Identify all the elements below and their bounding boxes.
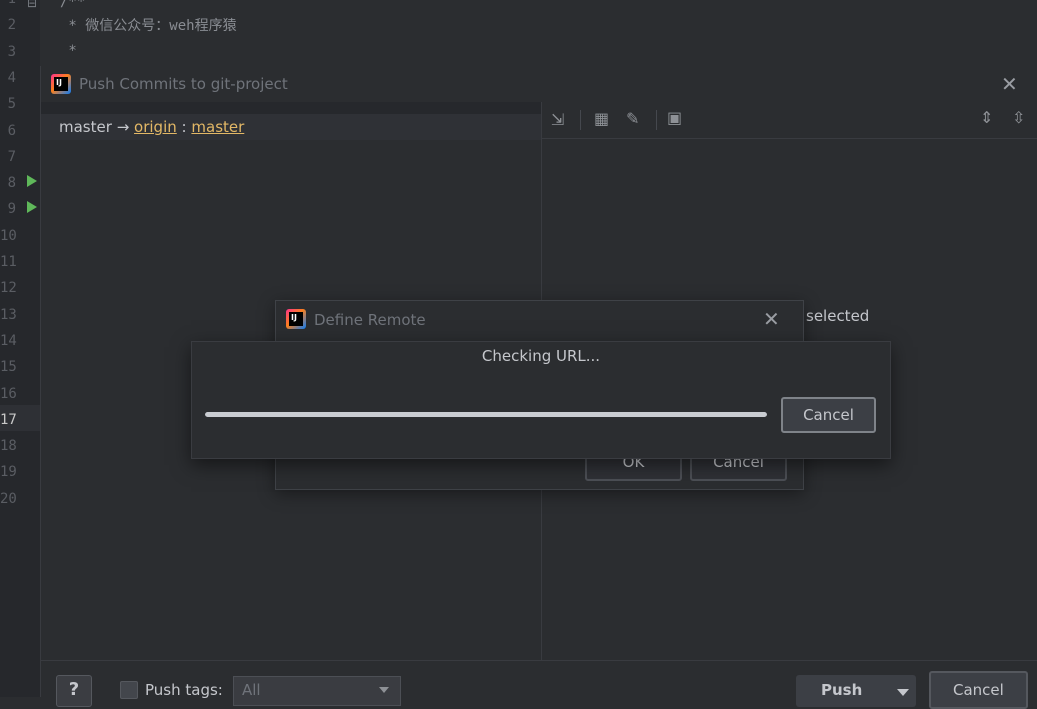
arrow-icon: →: [116, 118, 130, 136]
dialog-title: Define Remote: [314, 311, 426, 329]
dropdown-arrow-icon: [379, 687, 389, 693]
fold-icon[interactable]: ⊟: [27, 0, 37, 10]
run-icon[interactable]: [27, 175, 37, 187]
line-number: 20: [0, 490, 17, 507]
line-number: 13: [0, 306, 17, 323]
branch-row[interactable]: master → origin : master: [41, 114, 541, 140]
line-number: 3: [7, 43, 16, 60]
push-button-label: Push: [821, 681, 863, 699]
line-number: 5: [7, 96, 16, 113]
dialog-bottom-bar: ? Push tags: All Push Cancel: [41, 660, 1037, 709]
details-toolbar: ⇲ ▦ ✎ ▣ ⇕ ⇳: [542, 102, 1037, 139]
local-branch: master: [59, 118, 112, 136]
line-number: 18: [0, 438, 17, 455]
cancel-button-label: Cancel: [953, 681, 1004, 699]
collapse-all-icon[interactable]: ⇲: [551, 110, 564, 129]
line-number: 1: [0, 0, 16, 7]
selection-status: selected: [806, 307, 870, 325]
close-icon[interactable]: ✕: [1001, 74, 1018, 94]
expand-icon[interactable]: ⇕: [980, 108, 993, 127]
push-tags-value: All: [242, 681, 261, 699]
line-number: 10: [0, 227, 17, 244]
cancel-button[interactable]: Cancel: [929, 671, 1028, 709]
line-number: 14: [0, 332, 17, 349]
line-number: 12: [0, 280, 17, 297]
push-tags-select[interactable]: All: [233, 676, 401, 706]
progress-title: Checking URL...: [481, 347, 601, 365]
line-number: 8: [7, 175, 16, 192]
push-button[interactable]: Push: [796, 675, 916, 707]
branch-separator: :: [181, 118, 187, 136]
collapse-icon[interactable]: ⇳: [1012, 108, 1025, 127]
code-line: * 微信公众号：weh程序猿: [60, 18, 237, 34]
line-number: 16: [0, 385, 17, 402]
line-number: 17: [0, 411, 17, 428]
code-line: /**: [60, 0, 86, 10]
help-button[interactable]: ?: [56, 675, 92, 707]
run-icon[interactable]: [27, 201, 37, 213]
code-line: *: [60, 43, 77, 59]
group-by-icon[interactable]: ▦: [594, 109, 609, 128]
push-tags-checkbox[interactable]: [120, 681, 138, 699]
close-icon[interactable]: ✕: [763, 309, 780, 329]
diff-panel-icon[interactable]: ▣: [667, 108, 682, 127]
line-number: 11: [0, 254, 17, 270]
push-tags-label: Push tags:: [145, 681, 223, 699]
cancel-button-label: Cancel: [803, 406, 854, 424]
line-number: 19: [0, 464, 17, 481]
line-number: 6: [7, 122, 16, 139]
remote-link[interactable]: origin: [134, 118, 177, 136]
line-number: 4: [7, 69, 16, 86]
remote-branch-link[interactable]: master: [191, 118, 244, 136]
progress-fill: [205, 412, 767, 417]
line-number: 2: [7, 17, 16, 34]
edit-icon[interactable]: ✎: [626, 109, 639, 128]
line-number: 7: [7, 148, 16, 165]
cancel-button[interactable]: Cancel: [781, 397, 876, 433]
progress-bar: [205, 412, 767, 417]
intellij-logo: IJ: [51, 74, 71, 94]
dialog-title: Push Commits to git-project: [79, 75, 288, 93]
dialog-titlebar: IJ Push Commits to git-project ✕: [41, 66, 1037, 102]
intellij-logo: IJ: [286, 309, 306, 329]
dropdown-arrow-icon[interactable]: [897, 689, 909, 696]
checking-url-dialog: Checking URL... Cancel: [191, 341, 891, 459]
line-number: 15: [0, 359, 17, 376]
line-number: 9: [7, 201, 16, 218]
editor-gutter: 1234567891011121314151617181920 ⊟: [0, 0, 40, 697]
